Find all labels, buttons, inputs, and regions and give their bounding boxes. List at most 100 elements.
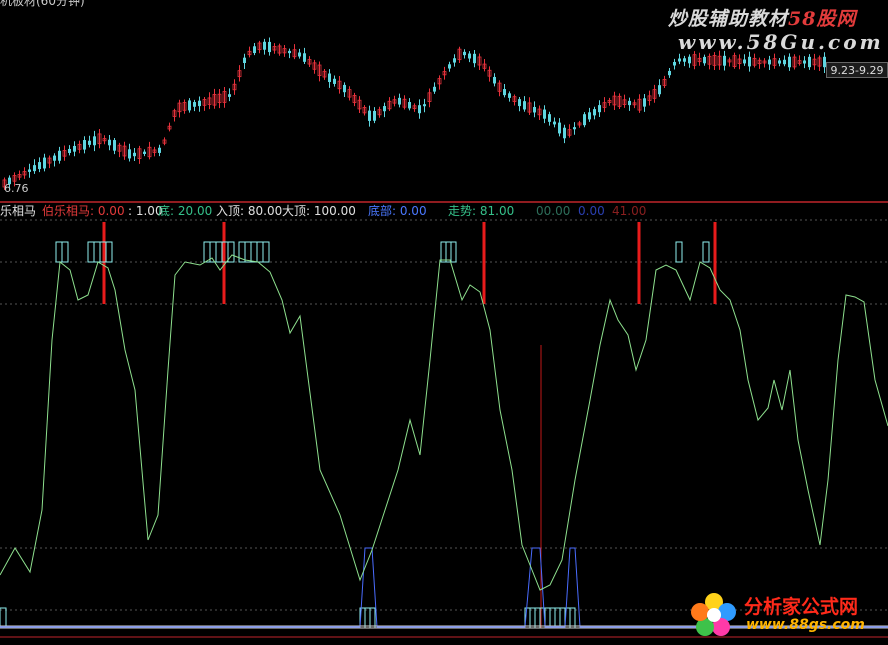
logo-title: 分析家公式网 xyxy=(744,596,859,618)
candle-body xyxy=(503,89,506,96)
candle-body xyxy=(198,100,201,107)
candle-body xyxy=(58,150,61,161)
indicator-item: 入顶: 80.00 xyxy=(216,204,283,218)
signal-box xyxy=(569,607,576,629)
candle-body xyxy=(68,148,71,153)
signal-box xyxy=(529,607,536,629)
candle-body xyxy=(598,105,601,113)
signal-box xyxy=(559,607,566,629)
low-price-label: 6.76 xyxy=(4,182,29,195)
candle-body xyxy=(328,73,331,83)
candle-body xyxy=(298,52,301,57)
candle-body xyxy=(803,60,806,64)
candle-body xyxy=(88,140,91,145)
candle-body xyxy=(93,136,96,146)
candle-body xyxy=(583,114,586,126)
signal-box xyxy=(544,607,551,629)
candle-body xyxy=(588,112,591,120)
candle-body xyxy=(53,155,56,161)
candle-body xyxy=(558,122,561,134)
candle-body xyxy=(468,53,471,59)
watermark-url: www.58Gu.com xyxy=(678,30,884,54)
watermark-title: 炒股辅助教材58股网 xyxy=(668,4,856,31)
signal-box xyxy=(87,241,95,263)
chart-canvas xyxy=(0,37,888,638)
candle-body xyxy=(423,104,426,107)
indicator-item: 底: 20.00 xyxy=(158,204,213,218)
candle-body xyxy=(678,58,681,62)
candle-body xyxy=(383,106,386,112)
signal-box xyxy=(250,241,258,263)
signal-box xyxy=(93,241,101,263)
candle-body xyxy=(563,127,566,139)
candle-body xyxy=(703,56,706,64)
candle-body xyxy=(158,147,161,153)
candle-body xyxy=(303,53,306,62)
candle-body xyxy=(683,58,686,62)
candle-body xyxy=(243,57,246,63)
candle-body xyxy=(343,84,346,93)
candle-body xyxy=(33,165,36,172)
signal-box xyxy=(534,607,541,629)
candle-body xyxy=(453,58,456,63)
candle-body xyxy=(778,60,781,64)
candle-body xyxy=(643,98,646,107)
candle-body xyxy=(43,157,46,169)
candle-body xyxy=(788,56,791,68)
indicator-item: 底部: 0.00 xyxy=(368,204,427,218)
candle-body xyxy=(518,99,521,107)
candle-body xyxy=(783,59,786,65)
signal-box xyxy=(702,241,710,263)
candle-body xyxy=(593,109,596,116)
candle-body xyxy=(128,149,131,159)
window-title: 机板材(60分钟) xyxy=(0,0,85,8)
signal-box xyxy=(55,241,63,263)
candle-body xyxy=(408,102,411,109)
candle-body xyxy=(108,139,111,146)
candle-body xyxy=(398,97,401,105)
candle-body xyxy=(743,59,746,64)
candle-body xyxy=(433,86,436,92)
logo: 分析家公式网 www.88gs.com xyxy=(688,590,888,640)
grid-lines xyxy=(0,219,888,611)
candle-body xyxy=(668,70,671,76)
signal-box xyxy=(256,241,264,263)
trend-line xyxy=(0,254,888,591)
signal-box xyxy=(675,241,683,263)
candle-body xyxy=(768,59,771,65)
indicator-item: 00.00 xyxy=(536,204,571,218)
candle-body xyxy=(188,100,191,111)
signal-box xyxy=(203,241,211,263)
watermark-text: 炒股辅助教材 xyxy=(668,8,789,30)
candle-body xyxy=(263,41,266,50)
signal-box xyxy=(440,241,447,263)
flower-icon xyxy=(691,593,736,636)
logo-url: www.88gs.com xyxy=(746,617,865,633)
candle-body xyxy=(658,85,661,95)
candle-body xyxy=(228,94,231,97)
candle-body xyxy=(193,102,196,107)
top-signal-boxes xyxy=(0,241,710,629)
candle-body xyxy=(548,114,551,122)
indicator-item: 41.00 xyxy=(612,204,647,218)
signal-box xyxy=(554,607,561,629)
candle-body xyxy=(493,76,496,84)
indicator-item: 伯乐相马: 0.00 xyxy=(42,204,125,218)
candle-body xyxy=(533,106,536,113)
signal-box xyxy=(549,607,556,629)
candle-body xyxy=(463,51,466,56)
candle-body xyxy=(28,169,31,172)
candle-body xyxy=(543,109,546,119)
indicator-item: 大顶: 100.00 xyxy=(282,204,356,218)
signal-box xyxy=(450,241,457,263)
candle-body xyxy=(573,127,576,130)
signal-box xyxy=(105,241,113,263)
indicator-name[interactable]: 乐相马 xyxy=(0,204,36,218)
candle-body xyxy=(253,46,256,54)
signal-box xyxy=(369,607,376,629)
candle-body xyxy=(673,61,676,66)
candle-body xyxy=(748,56,751,67)
date-range-badge[interactable]: 9.23-9.29 xyxy=(826,62,888,78)
signal-box xyxy=(61,241,69,263)
candle-body xyxy=(143,151,146,155)
